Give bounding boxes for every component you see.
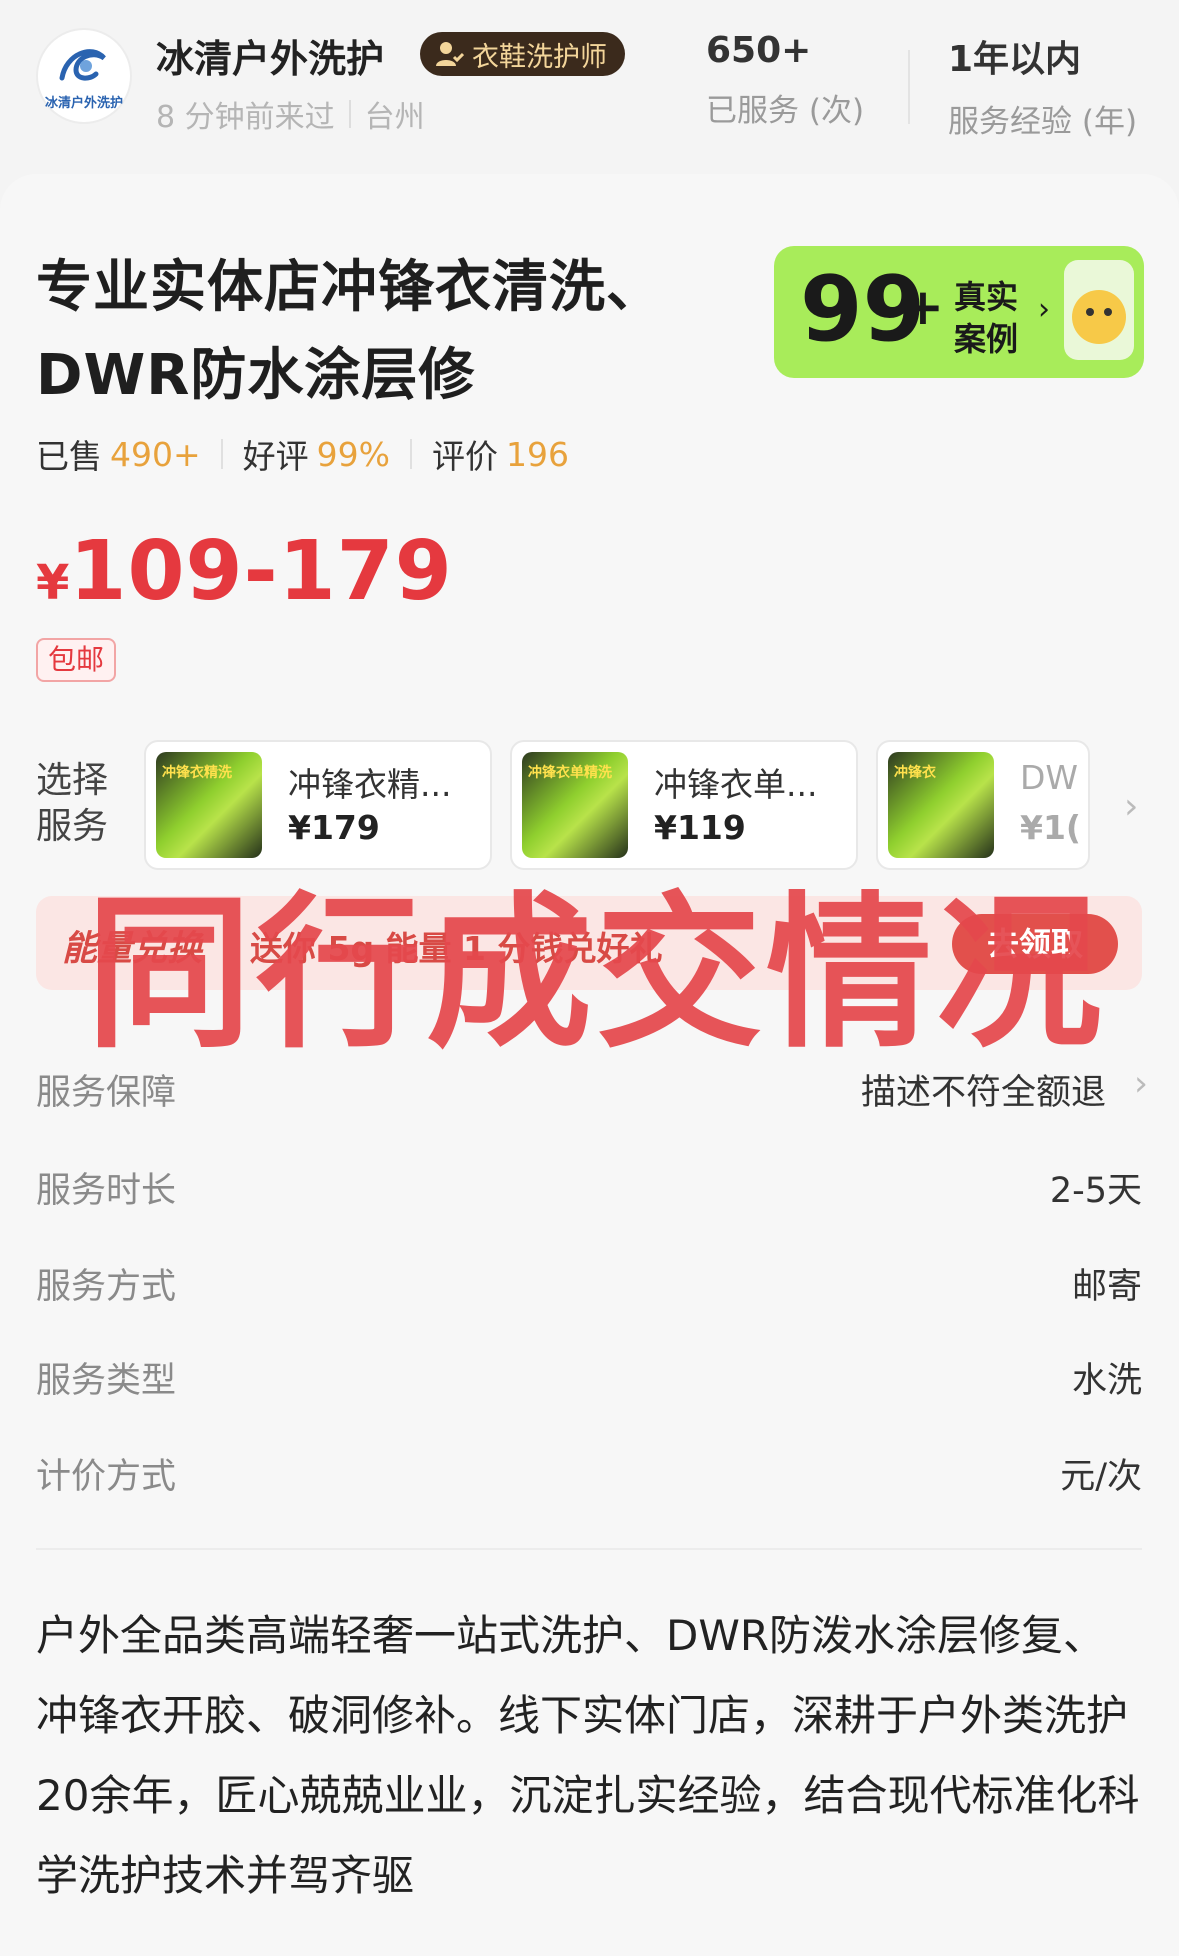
shop-name[interactable]: 冰清户外洗护 [156, 28, 384, 83]
info-value: 邮寄 [1071, 1267, 1142, 1307]
service-option-name: 冲锋衣单... [654, 765, 818, 804]
shop-city: 台州 [364, 100, 425, 135]
sold-label: 已售 [36, 437, 102, 476]
badge-label: 衣鞋洗护师 [472, 41, 607, 73]
chevron-right-icon: › [1038, 292, 1050, 327]
meta-divider [348, 100, 351, 128]
price: ¥109-179 [36, 524, 453, 619]
stat-experience-value: 1年以内 [948, 39, 1082, 80]
info-row-method: 服务方式 邮寄 [36, 1258, 1142, 1308]
reviews-value[interactable]: 196 [506, 435, 569, 474]
select-service-label: 选择服务 [36, 760, 109, 847]
mascot-icon [1064, 260, 1134, 360]
watermark-overlay: 同行成交情况 [86, 878, 1106, 1071]
stat-served-value: 650+ [706, 30, 812, 71]
info-row-type: 服务类型 水洗 [36, 1352, 1142, 1402]
sales-divider [220, 439, 223, 469]
info-key: 服务时长 [36, 1171, 177, 1211]
price-currency: ¥ [36, 555, 70, 611]
info-value: 元/次 [1060, 1457, 1142, 1497]
person-check-icon [436, 42, 464, 66]
cases-plus: + [902, 278, 944, 336]
sold-value: 490+ [110, 434, 201, 474]
info-key: 计价方式 [36, 1457, 177, 1497]
free-shipping-tag: 包邮 [36, 638, 117, 682]
section-divider [36, 1548, 1142, 1550]
real-cases-button[interactable]: 99 + 真实 案例 › [774, 246, 1144, 378]
stat-experience-label: 服务经验 (年) [948, 104, 1138, 140]
price-range: 109-179 [69, 524, 453, 619]
sales-stats: 已售 490+ 好评 99% 评价 196 [36, 430, 569, 478]
shop-meta: 8 分钟前来过 台州 [156, 92, 425, 136]
cleaner-badge: 衣鞋洗护师 [420, 32, 625, 76]
stat-served-label: 已服务 (次) [706, 93, 865, 129]
stat-experience: 1年以内 服务经验 (年) [948, 30, 1137, 141]
product-title: 专业实体店冲锋衣清洗、DWR防水涂层修 [36, 255, 663, 408]
wave-logo-icon [59, 49, 106, 81]
service-option-name: 冲锋衣精... [288, 765, 452, 804]
info-key: 服务类型 [36, 1361, 177, 1401]
stat-served: 650+ 已服务 (次) [706, 30, 864, 130]
info-value: 水洗 [1071, 1361, 1142, 1401]
shop-logo[interactable]: 冰清户外洗护 [38, 30, 130, 122]
info-row-pricing: 计价方式 元/次 [36, 1448, 1142, 1498]
cases-label-line1: 真实 [954, 278, 1019, 316]
info-value: 2-5天 [1049, 1171, 1142, 1211]
chevron-right-icon[interactable]: › [1124, 786, 1138, 827]
service-option-name: DW [1020, 758, 1079, 797]
rating-label: 好评 [242, 437, 309, 476]
thumbnail-tag: 冲锋衣精洗 [162, 765, 232, 781]
shop-header: 冰清户外洗护 冰清户外洗护 衣鞋洗护师 8 分钟前来过 台州 650+ 已服务 … [0, 0, 1179, 180]
info-key: 服务方式 [36, 1267, 177, 1307]
thumbnail-tag: 冲锋衣单精洗 [528, 765, 612, 781]
sales-divider [410, 439, 412, 469]
thumbnail-tag: 冲锋衣 [894, 765, 936, 781]
stat-divider [908, 50, 910, 124]
cases-label-line2: 案例 [954, 320, 1019, 358]
chevron-right-icon: › [1134, 1064, 1148, 1104]
last-visit: 8 分钟前来过 [156, 100, 335, 135]
logo-text: 冰清户外洗护 [44, 96, 123, 111]
reviews-label[interactable]: 评价 [432, 430, 498, 478]
info-row-duration: 服务时长 2-5天 [36, 1162, 1142, 1212]
service-description: 户外全品类高端轻奢一站式洗护、DWR防泼水涂层修复、冲锋衣开胶、破洞修补。线下实… [36, 1611, 1140, 1900]
rating-value: 99% [316, 434, 390, 474]
